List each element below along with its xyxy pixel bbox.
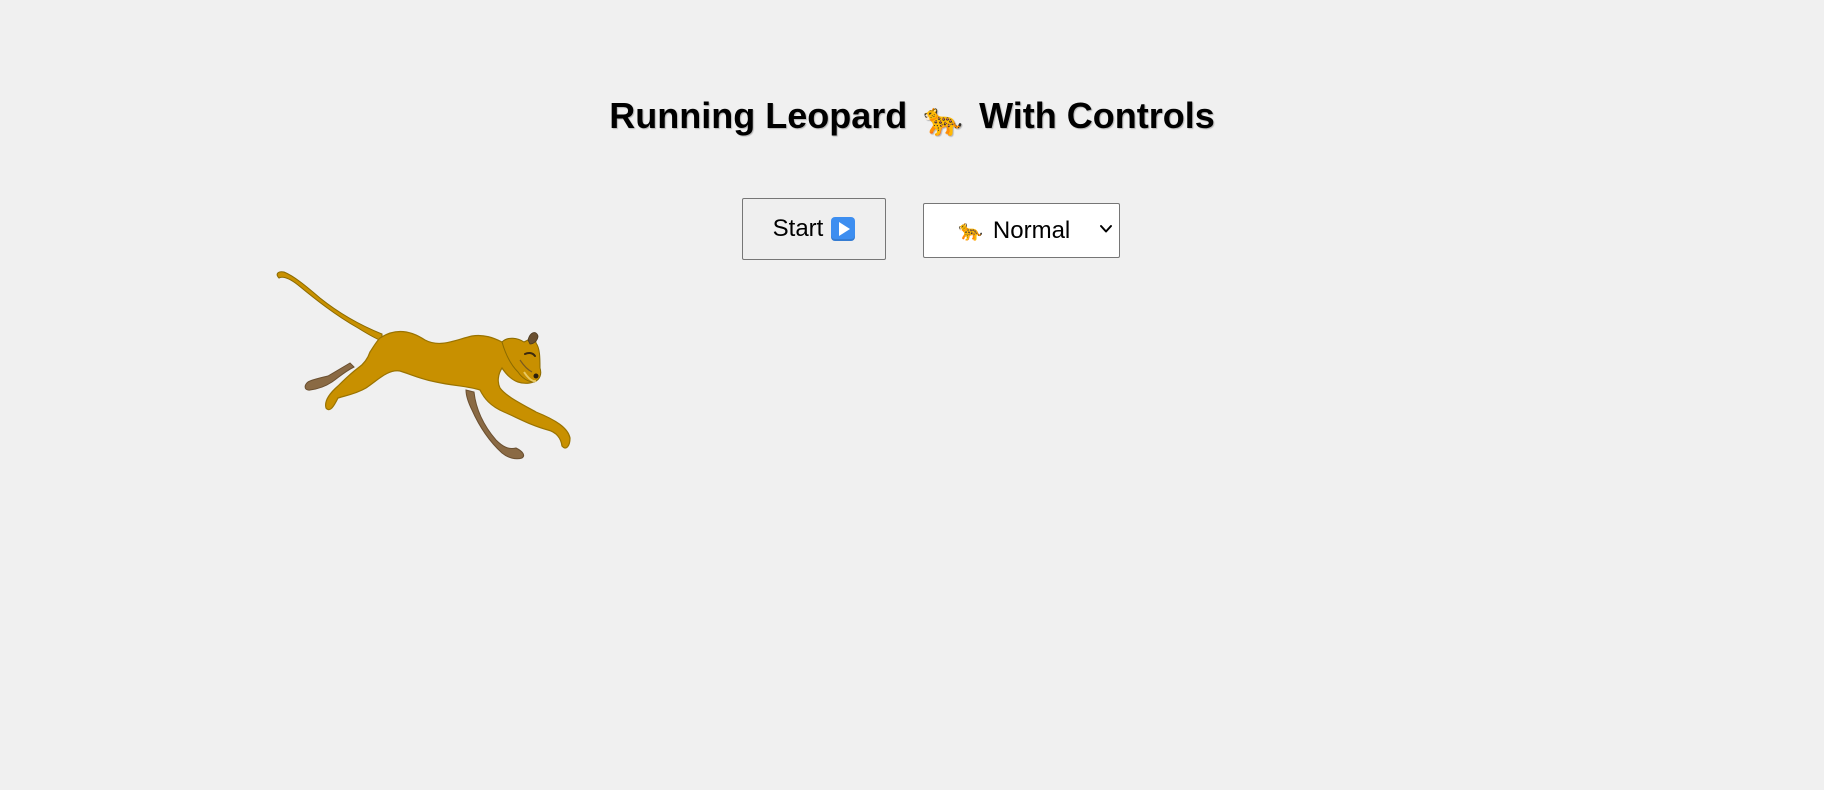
play-button-icon [831,217,856,241]
leopard-nose [533,373,539,379]
title-prefix: Running Leopard [609,95,908,136]
start-button[interactable]: Start [742,198,886,260]
leopard-tail [276,271,383,342]
leopard-emoji-icon: 🐆 [923,101,964,137]
speed-select-value: Normal [992,216,1071,244]
leopard-ear [527,332,539,345]
speed-select[interactable]: 🐆 Normal [923,203,1120,258]
leopard-select-emoji-icon: 🐆 [958,220,983,242]
chevron-down-icon [1100,225,1112,233]
page-title: Running Leopard 🐆 With Controls [0,90,1824,145]
leopard-image [276,271,571,460]
start-button-label: Start [772,215,824,242]
title-suffix: With Controls [979,95,1215,136]
